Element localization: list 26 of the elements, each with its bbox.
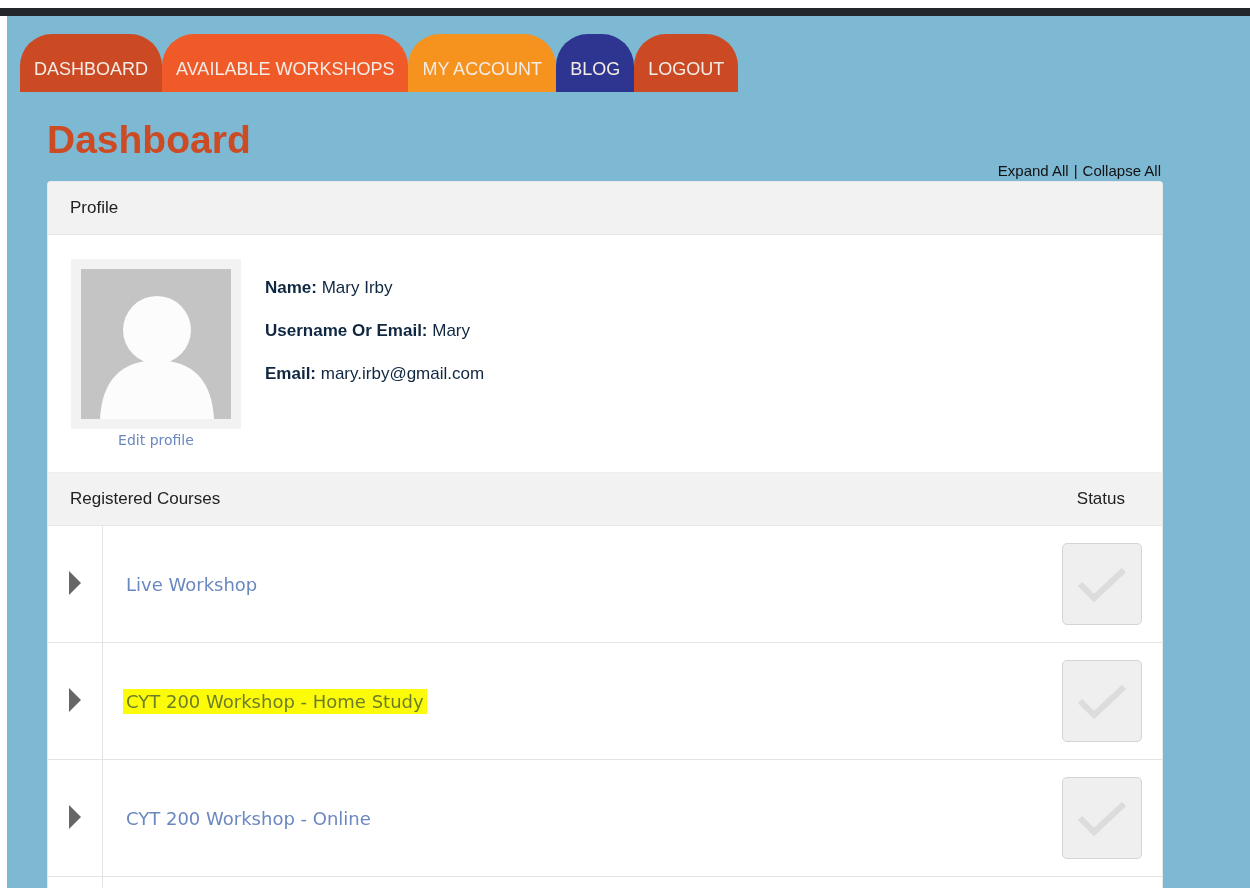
- profile-field: Email: mary.irby@gmail.com: [265, 364, 485, 384]
- column-header: Status: [1076, 489, 1125, 509]
- profile-field: Name: Mary Irby: [265, 278, 485, 298]
- course-link[interactable]: Live Workshop: [123, 571, 261, 597]
- status-checkbox[interactable]: [1062, 660, 1142, 742]
- expand-triangle-icon[interactable]: [69, 571, 81, 595]
- nav-tab[interactable]: MY ACCOUNT: [408, 34, 557, 92]
- page-title: Dashboard: [47, 117, 252, 163]
- profile-field: Username Or Email: Mary: [265, 321, 485, 341]
- nav-tab[interactable]: DASHBOARD: [20, 34, 163, 92]
- nav-tab[interactable]: LOGOUT: [634, 34, 739, 92]
- expand-triangle-icon[interactable]: [69, 805, 81, 829]
- section-title: Registered Courses: [70, 489, 221, 509]
- status-checkbox[interactable]: [1062, 543, 1142, 625]
- course-link[interactable]: CYT 200 Workshop - Home Study: [123, 688, 427, 714]
- link-separator: |: [1073, 161, 1078, 179]
- nav-tab[interactable]: BLOG: [556, 34, 635, 92]
- status-checkbox[interactable]: [1062, 777, 1142, 859]
- panel-link[interactable]: Expand All: [997, 161, 1069, 179]
- course-link[interactable]: CYT 200 Workshop - Online: [123, 805, 374, 831]
- person-silhouette-icon: [81, 269, 231, 419]
- panel-link[interactable]: Collapse All: [1082, 161, 1161, 179]
- edit-profile-link[interactable]: Edit profile: [118, 432, 194, 448]
- nav-tab[interactable]: AVAILABLE WORKSHOPS: [162, 34, 409, 92]
- section-title: Profile: [70, 198, 119, 218]
- expand-triangle-icon[interactable]: [69, 688, 81, 712]
